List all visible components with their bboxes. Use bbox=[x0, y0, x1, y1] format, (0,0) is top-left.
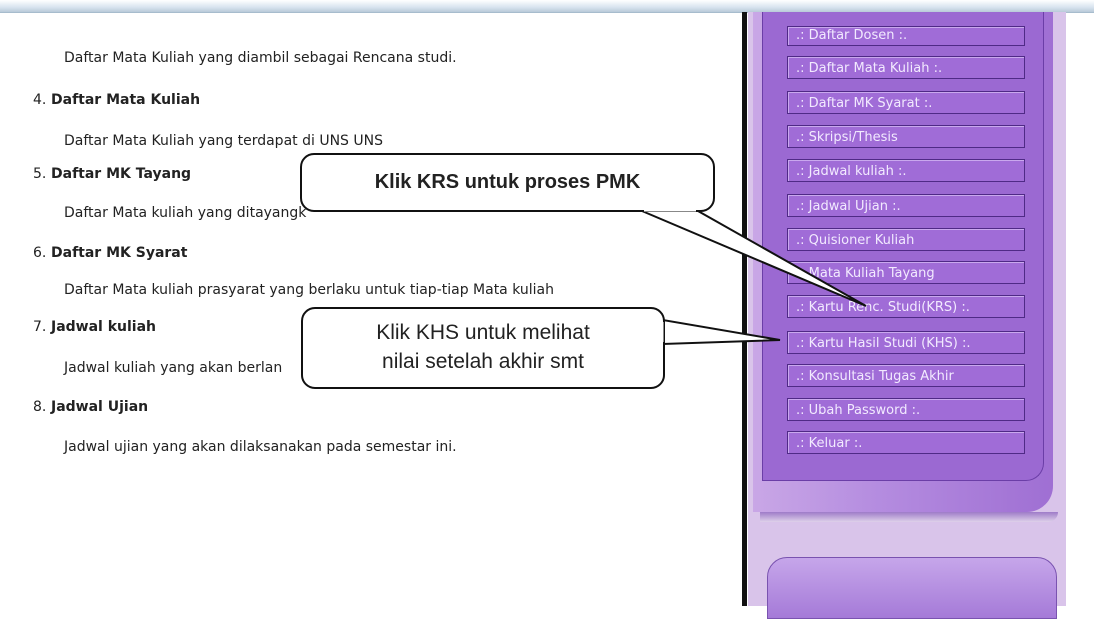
list-item: 7. Jadwal kuliah bbox=[33, 319, 156, 335]
list-item: 6. Daftar MK Syarat bbox=[33, 245, 187, 261]
menu-skripsi-thesis[interactable]: .: Skripsi/Thesis bbox=[787, 125, 1025, 148]
item-description: Daftar Mata Kuliah yang diambil sebagai … bbox=[64, 50, 457, 66]
menu-daftar-mata-kuliah[interactable]: .: Daftar Mata Kuliah :. bbox=[787, 56, 1025, 79]
menu-mata-kuliah-tayang[interactable]: .: Mata Kuliah Tayang bbox=[787, 261, 1025, 284]
callout-krs-text: Klik KRS untuk proses PMK bbox=[374, 171, 641, 193]
menu-quisioner-kuliah[interactable]: .: Quisioner Kuliah bbox=[787, 228, 1025, 251]
item-description: Jadwal kuliah yang akan berlan bbox=[64, 360, 283, 376]
menu-ubah-password[interactable]: .: Ubah Password :. bbox=[787, 398, 1025, 421]
menu-krs[interactable]: .: Kartu Renc. Studi(KRS) :. bbox=[787, 295, 1025, 318]
menu-daftar-mk-syarat[interactable]: .: Daftar MK Syarat :. bbox=[787, 91, 1025, 114]
item-title: Daftar Mata Kuliah bbox=[51, 92, 201, 108]
callout-khs-line1: Klik KHS untuk melihat bbox=[376, 321, 590, 344]
sidebar: .: Daftar Dosen :. .: Daftar Mata Kuliah… bbox=[742, 12, 1094, 619]
callout-khs: Klik KHS untuk melihat nilai setelah akh… bbox=[301, 307, 665, 389]
item-description: Jadwal ujian yang akan dilaksanakan pada… bbox=[64, 439, 457, 455]
menu-konsultasi-tugas-akhir[interactable]: .: Konsultasi Tugas Akhir bbox=[787, 364, 1025, 387]
list-item: 5. Daftar MK Tayang bbox=[33, 166, 191, 182]
item-number: 6. bbox=[33, 245, 47, 261]
list-item: 8. Jadwal Ujian bbox=[33, 399, 148, 415]
menu-keluar[interactable]: .: Keluar :. bbox=[787, 431, 1025, 454]
menu-khs[interactable]: .: Kartu Hasil Studi (KHS) :. bbox=[787, 331, 1025, 354]
sidebar-bottom-panel bbox=[767, 557, 1057, 619]
menu-jadwal-ujian[interactable]: .: Jadwal Ujian :. bbox=[787, 194, 1025, 217]
callout-khs-line2: nilai setelah akhir smt bbox=[382, 350, 584, 373]
callout-krs: Klik KRS untuk proses PMK bbox=[300, 153, 715, 212]
item-description: Daftar Mata kuliah prasyarat yang berlak… bbox=[64, 282, 554, 298]
menu-daftar-dosen[interactable]: .: Daftar Dosen :. bbox=[787, 26, 1025, 46]
item-number: 7. bbox=[33, 319, 47, 335]
item-description: Daftar Mata kuliah yang ditayangk bbox=[64, 205, 307, 221]
item-title: Daftar MK Syarat bbox=[51, 245, 188, 261]
menu-jadwal-kuliah[interactable]: .: Jadwal kuliah :. bbox=[787, 159, 1025, 182]
item-description: Daftar Mata Kuliah yang terdapat di UNS … bbox=[64, 133, 383, 149]
item-title: Jadwal kuliah bbox=[51, 319, 157, 335]
item-title: Jadwal Ujian bbox=[51, 399, 149, 415]
item-title: Daftar MK Tayang bbox=[51, 166, 192, 182]
list-item: 4. Daftar Mata Kuliah bbox=[33, 92, 200, 108]
item-number: 4. bbox=[33, 92, 47, 108]
item-number: 8. bbox=[33, 399, 47, 415]
item-number: 5. bbox=[33, 166, 47, 182]
sidebar-divider bbox=[742, 12, 747, 606]
sidebar-panel-shadow bbox=[760, 512, 1058, 522]
